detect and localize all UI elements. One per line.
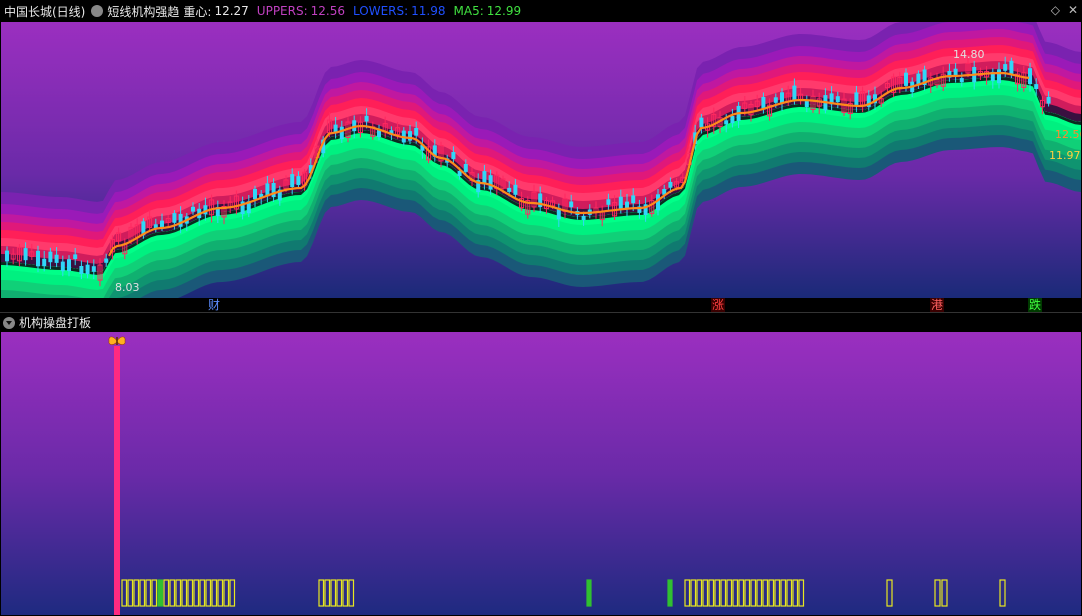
main-chart-panel[interactable]: 14.80 8.03 12.56 11.97 — [1, 22, 1081, 298]
price-high-label: 14.80 — [953, 48, 985, 61]
candle-body — [997, 69, 1001, 84]
candle-body — [191, 206, 195, 212]
candle-body — [904, 72, 908, 86]
collapse-toggle-icon[interactable] — [91, 5, 104, 17]
uppers-label: UPPERS: — [256, 4, 308, 18]
candle-body — [724, 120, 729, 125]
price-low-label: 8.03 — [115, 281, 140, 294]
candle-body — [569, 201, 574, 208]
candle-body — [178, 213, 183, 227]
candle-body — [60, 261, 65, 272]
candle-body — [290, 174, 295, 187]
candle-body — [792, 85, 797, 102]
candle-body — [5, 250, 9, 262]
right-current-label: 11.97 — [1049, 149, 1081, 162]
candle-body — [54, 254, 59, 263]
candle-body — [1028, 68, 1032, 85]
candle-body — [1034, 84, 1039, 89]
right-upper-label: 12.56 — [1055, 128, 1081, 141]
candle-body — [1009, 60, 1014, 74]
candle-body — [91, 266, 96, 272]
candle-body — [42, 258, 47, 267]
indicator-title-bar: 中国长城(日线) 短线机构强趋 重心: 12.27 UPPERS: 12.56 … — [0, 0, 1082, 22]
candle-body — [451, 152, 456, 160]
candle-body — [606, 199, 611, 205]
candle-body — [23, 248, 28, 261]
center-value: 12.27 — [214, 4, 249, 18]
marker-zhang[interactable]: 涨 — [711, 298, 726, 312]
event-marker-row: 财 涨 港 跌 — [0, 298, 1082, 313]
green-signal-bar — [667, 579, 673, 607]
candle-body — [835, 96, 840, 103]
candle-body — [581, 215, 586, 221]
lowers-value: 11.98 — [411, 4, 446, 18]
candle-body — [296, 176, 301, 185]
collapse-icon[interactable] — [3, 316, 15, 329]
ma5-label: MA5: — [453, 4, 484, 18]
candle-body — [507, 187, 512, 192]
main-chart[interactable] — [1, 22, 1081, 298]
candle-body — [67, 259, 71, 271]
candle-body — [761, 97, 766, 109]
candle-body — [463, 164, 468, 172]
candle-body — [1003, 64, 1008, 71]
candle-body — [959, 78, 964, 83]
sub-panel-title-bar: 机构操盘打板 — [0, 312, 1082, 332]
candle-body — [699, 117, 704, 128]
sub-chart-panel[interactable] — [1, 332, 1081, 615]
sub-chart-background — [1, 332, 1081, 615]
candle-body — [73, 254, 78, 259]
center-label: 重心: — [183, 4, 212, 19]
candle-body — [488, 175, 493, 190]
sub-panel-title[interactable]: 机构操盘打板 — [19, 314, 91, 331]
candle-body — [854, 92, 859, 107]
candle-body — [36, 250, 40, 267]
indicator-name[interactable]: 短线机构强趋 — [107, 3, 179, 20]
marker-die[interactable]: 跌 — [1028, 298, 1043, 312]
candle-body — [79, 266, 84, 274]
candle-body — [339, 126, 344, 140]
candle-body — [172, 213, 177, 223]
sub-chart[interactable] — [1, 332, 1081, 615]
candle-body — [1046, 96, 1051, 104]
candle-body — [104, 258, 109, 263]
candle-body — [953, 68, 958, 76]
candle-body — [773, 97, 778, 103]
candle-body — [513, 184, 518, 195]
close-icon[interactable]: ✕ — [1068, 3, 1078, 17]
candle-body — [730, 116, 735, 124]
candle-body — [804, 101, 809, 107]
candle-body — [85, 264, 90, 275]
butterfly-icon — [108, 336, 126, 345]
uppers-value: 12.56 — [310, 4, 345, 18]
candle-body — [364, 115, 369, 122]
candle-body — [631, 195, 636, 204]
ma5-value: 12.99 — [486, 4, 522, 18]
candle-body — [668, 181, 673, 188]
lowers-label: LOWERS: — [353, 4, 409, 18]
stock-name[interactable]: 中国长城(日线) — [4, 3, 85, 20]
candle-body — [414, 128, 419, 136]
candle-body — [160, 220, 164, 228]
candle-body — [253, 188, 257, 200]
green-signal-bar — [586, 579, 592, 607]
signal-line — [114, 346, 120, 615]
candle-body — [48, 251, 53, 263]
green-signal-bar — [157, 579, 164, 607]
marker-gang[interactable]: 港 — [930, 298, 945, 312]
candle-body — [618, 196, 623, 209]
marker-cai[interactable]: 财 — [207, 298, 221, 312]
diamond-icon[interactable]: ◇ — [1051, 3, 1060, 17]
